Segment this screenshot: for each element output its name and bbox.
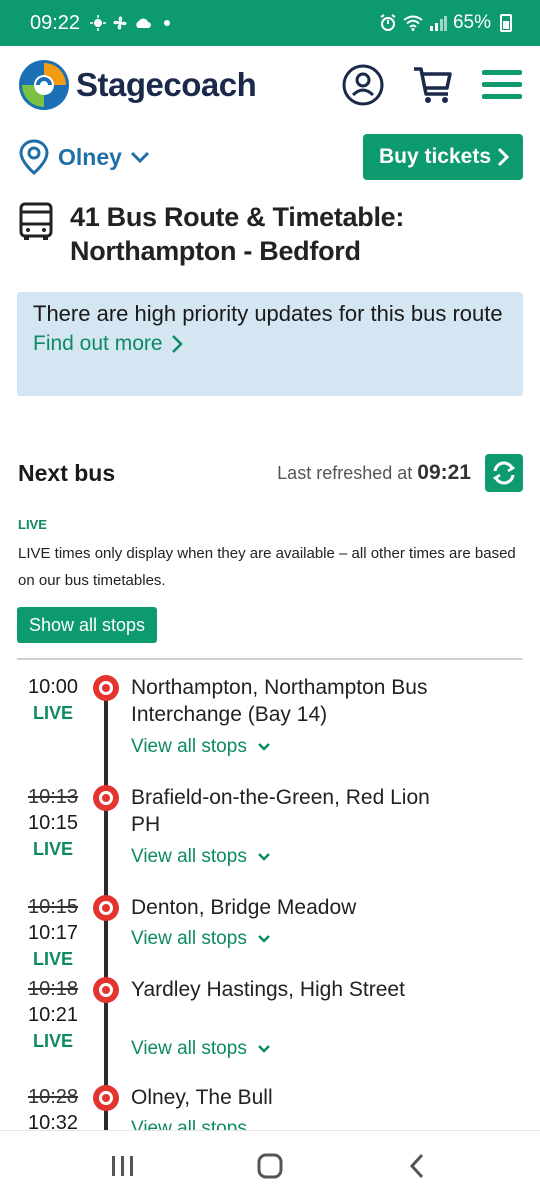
dot-icon [164, 20, 171, 26]
wifi-icon [403, 15, 423, 31]
cart-icon [414, 67, 452, 103]
route-heading: 41 Bus Route & Timetable: Northampton - … [18, 200, 522, 268]
live-note: LIVE times only display when they are av… [18, 545, 516, 589]
home-icon [257, 1153, 283, 1178]
chevron-right-icon [497, 147, 509, 167]
buy-tickets-button[interactable]: Buy tickets [362, 134, 523, 180]
chevron-right-icon [171, 335, 183, 353]
route-title-line1: 41 Bus Route & Timetable: [70, 202, 405, 232]
notification-icons [90, 15, 171, 31]
stop-time: 10:15 [27, 812, 79, 834]
recent-apps-button[interactable] [93, 1141, 153, 1191]
stop-time: 10:32 [27, 1112, 79, 1130]
alert-text: There are high priority updates for this… [33, 301, 503, 326]
stop-times: 10:28 10:32 [24, 1084, 82, 1130]
next-bus-heading: Next bus [18, 459, 116, 486]
chevron-down-icon [257, 743, 270, 751]
back-button[interactable] [387, 1141, 447, 1191]
live-tag: LIVE [18, 517, 47, 532]
battery-icon [500, 14, 512, 32]
cloud-icon [136, 18, 152, 28]
stagecoach-swirl-icon [19, 60, 69, 110]
stop-marker-icon [93, 675, 119, 701]
stop-name[interactable]: Yardley Hastings, High Street [131, 976, 431, 1003]
view-all-stops-link[interactable]: View all stops [131, 1118, 247, 1130]
battery-percent: 65% [452, 12, 491, 33]
site-header: Stagecoach [0, 46, 540, 124]
route-title-line2: Northampton - Bedford [70, 236, 361, 266]
page-title: 41 Bus Route & Timetable: Northampton - … [70, 200, 404, 268]
chevron-down-icon [130, 151, 149, 164]
find-out-more-label: Find out more [33, 332, 163, 355]
view-all-stops-link[interactable]: View all stops [131, 1038, 271, 1060]
stop-times: 10:13 10:15 LIVE [24, 784, 82, 862]
refresh-button[interactable] [485, 454, 523, 492]
stop-time: 10:00 [27, 676, 79, 698]
location-name: Olney [58, 143, 122, 170]
scheduled-time: 10:28 [27, 1086, 79, 1108]
stop-time: 10:17 [27, 922, 79, 944]
stop-marker-icon [93, 785, 119, 811]
account-icon [342, 64, 384, 106]
stop-name[interactable]: Brafield-on-the-Green, Red Lion PH [131, 784, 431, 838]
signal-icon [429, 16, 447, 31]
show-all-stops-button[interactable]: Show all stops [17, 607, 158, 643]
timetable: 10:00 LIVE Northampton, Northampton Bus … [0, 660, 540, 1130]
menu-button[interactable] [482, 68, 522, 102]
view-all-stops-link[interactable]: View all stops [131, 846, 271, 868]
scheduled-time: 10:13 [27, 786, 79, 808]
buy-tickets-label: Buy tickets [378, 145, 491, 168]
refresh-icon [492, 461, 516, 485]
stop-times: 10:18 10:21 LIVE [24, 976, 82, 1054]
fan-icon [113, 16, 127, 30]
chevron-down-icon [257, 935, 270, 943]
stop-marker-icon [93, 895, 119, 921]
live-status: LIVE [32, 839, 73, 859]
stagecoach-logo[interactable]: Stagecoach [18, 59, 257, 111]
stop-name[interactable]: Northampton, Northampton Bus Interchange… [131, 674, 431, 728]
recent-apps-icon [112, 1155, 134, 1176]
brand-name: Stagecoach [76, 66, 257, 103]
view-all-stops-link[interactable]: View all stops [131, 736, 271, 758]
home-button[interactable] [240, 1141, 300, 1191]
location-pin-icon [19, 139, 49, 175]
live-status: LIVE [32, 949, 73, 969]
account-button[interactable] [342, 64, 384, 106]
live-status: LIVE [32, 1031, 73, 1051]
sun-icon [90, 15, 107, 31]
stop-marker-icon [93, 1085, 119, 1111]
bus-icon [19, 202, 53, 240]
system-nav-bar [0, 1130, 540, 1200]
find-out-more-link[interactable]: Find out more [33, 332, 507, 356]
status-time: 09:22 [30, 11, 81, 34]
status-bar: 09:22 65% [0, 0, 540, 46]
stop-time: 10:21 [27, 1004, 79, 1026]
stop-name[interactable]: Denton, Bridge Meadow [131, 894, 431, 921]
chevron-down-icon [257, 1045, 270, 1053]
chevron-down-icon [257, 853, 270, 861]
view-all-stops-link[interactable]: View all stops [131, 928, 271, 950]
stop-times: 10:15 10:17 LIVE [24, 894, 82, 972]
menu-icon [482, 70, 522, 99]
scheduled-time: 10:15 [27, 896, 79, 918]
back-icon [409, 1153, 423, 1178]
alarm-icon [380, 14, 396, 31]
scheduled-time: 10:18 [27, 978, 79, 1000]
location-selector[interactable]: Olney [18, 139, 150, 175]
last-refreshed: Last refreshed at 09:21 [277, 461, 471, 484]
cart-button[interactable] [412, 64, 454, 106]
priority-update-alert: There are high priority updates for this… [17, 292, 523, 396]
stop-name[interactable]: Olney, The Bull [131, 1084, 431, 1111]
refreshed-time: 09:21 [417, 461, 471, 484]
live-status: LIVE [32, 703, 73, 723]
stop-times: 10:00 LIVE [24, 674, 82, 726]
stop-marker-icon [93, 977, 119, 1003]
